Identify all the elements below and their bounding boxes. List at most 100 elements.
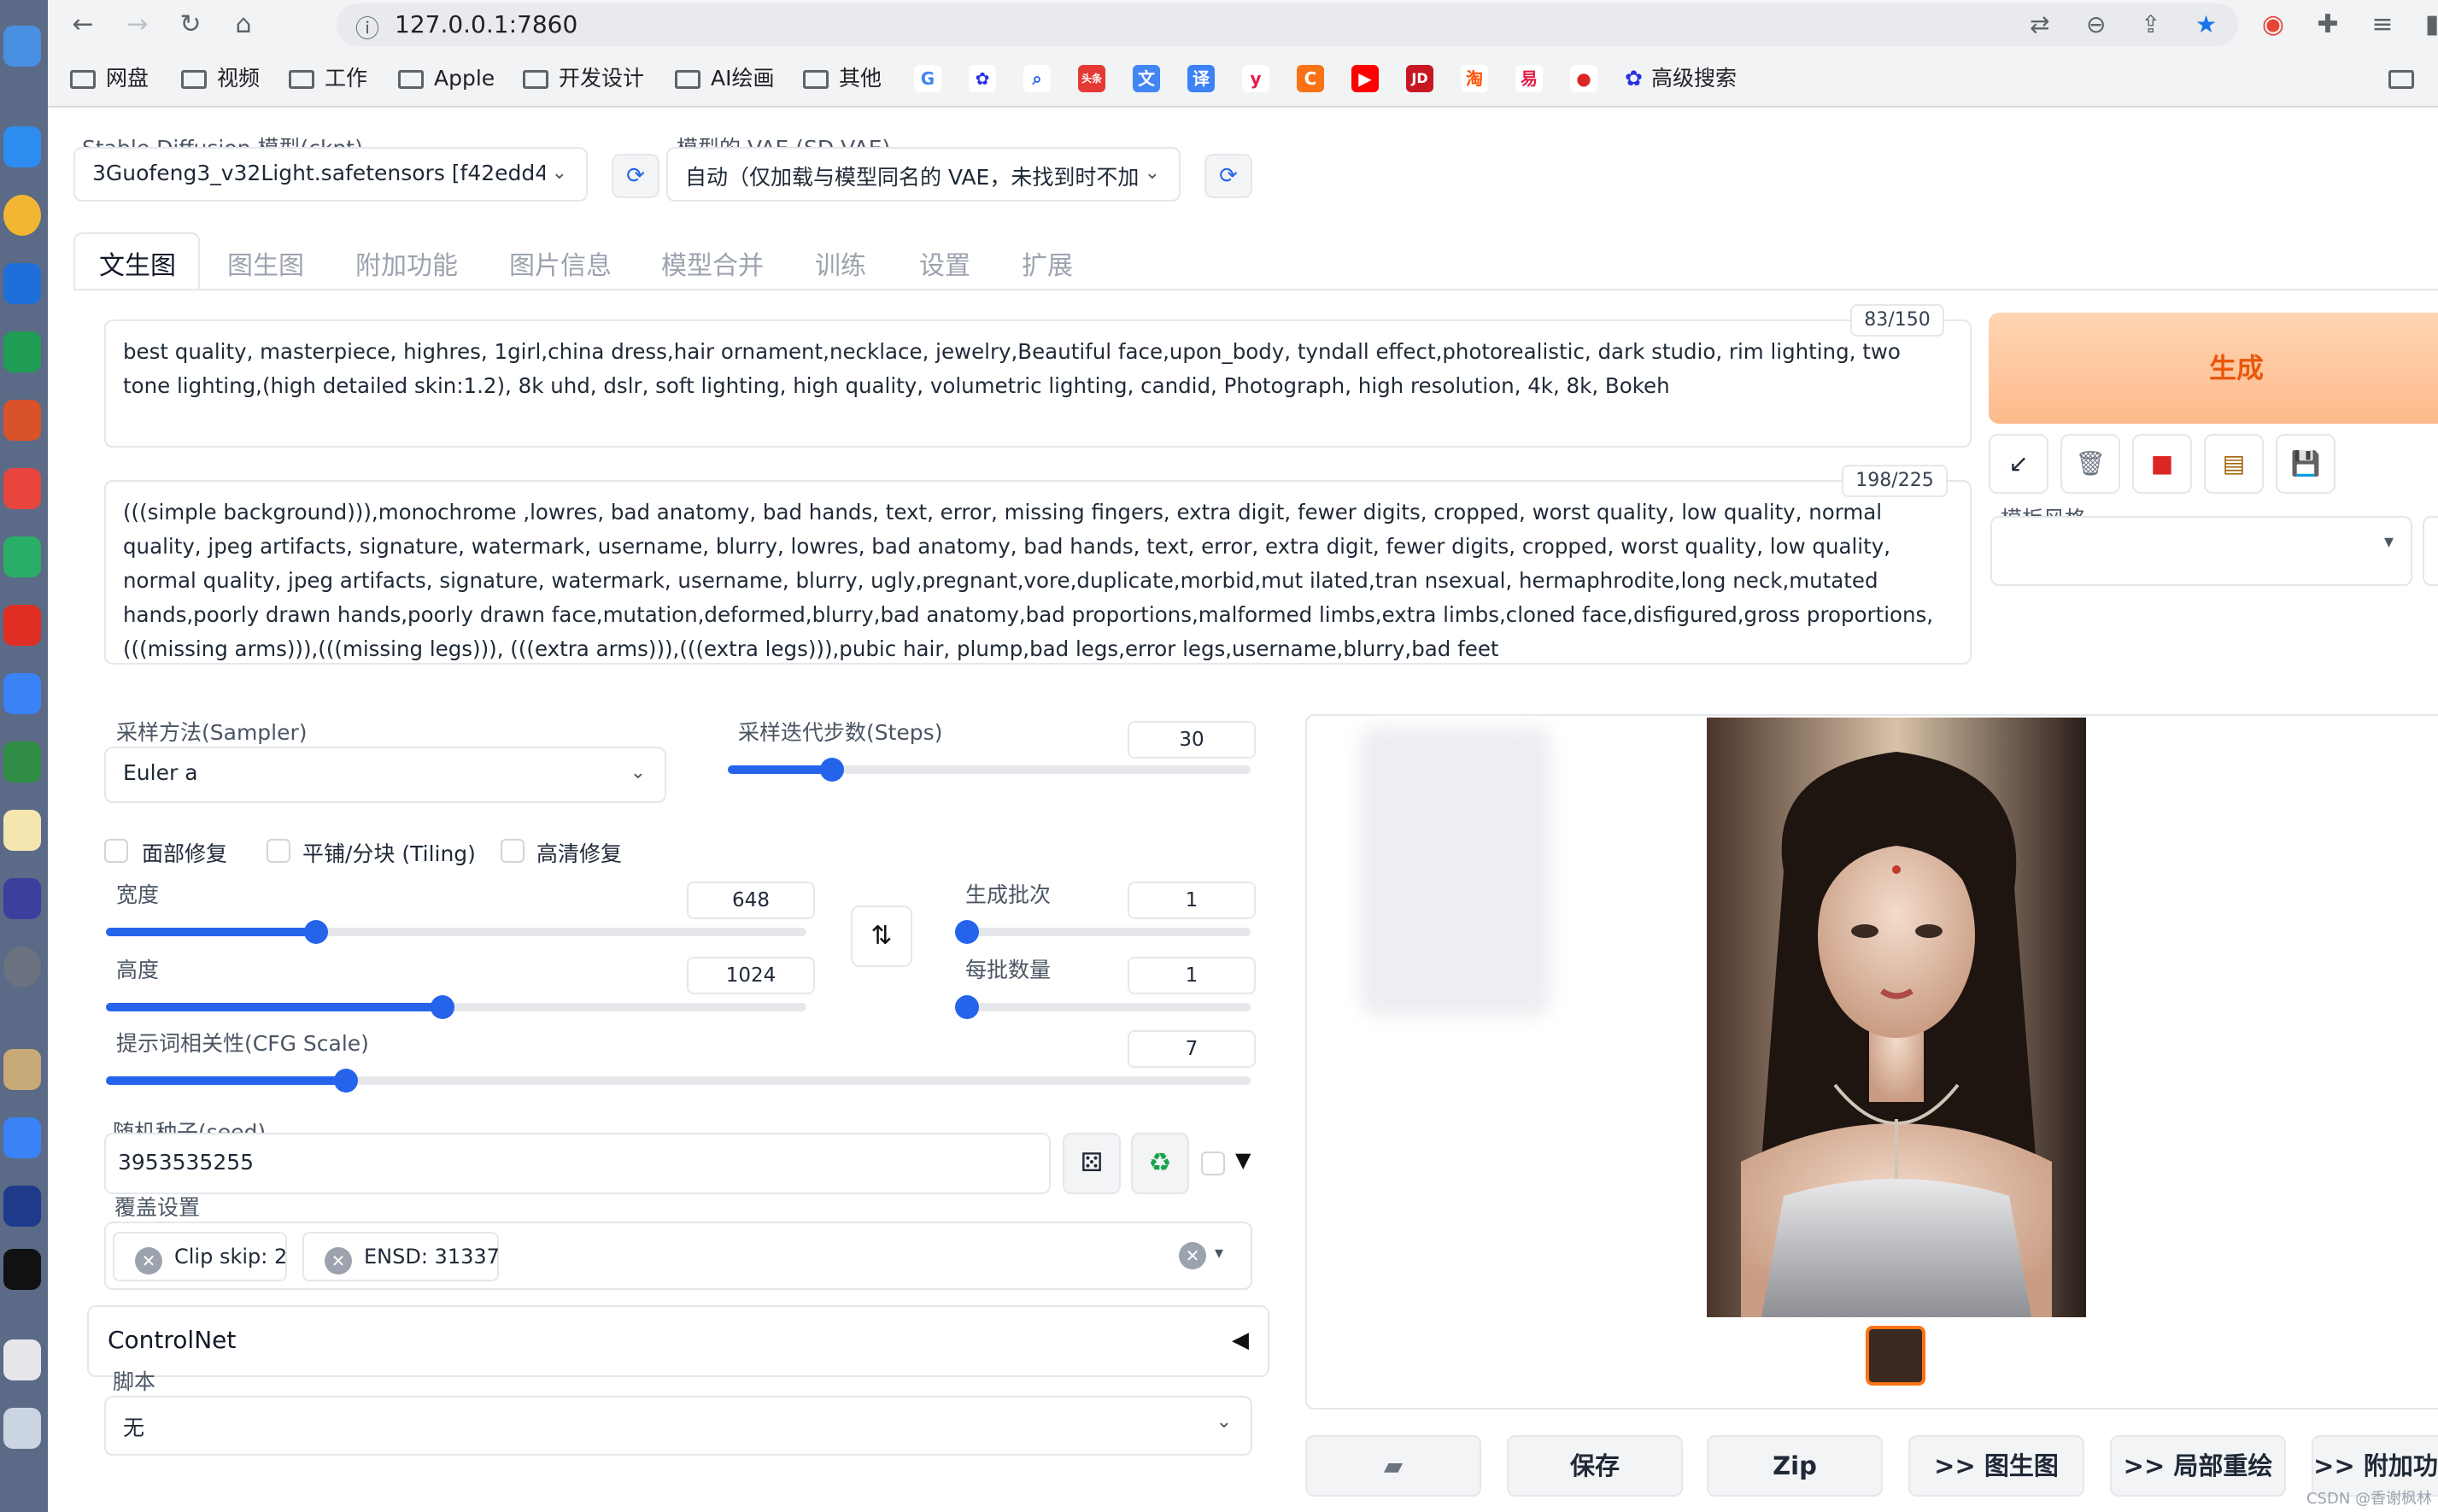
- slider-thumb[interactable]: [955, 920, 979, 944]
- tab-extensions[interactable]: 扩展: [1022, 244, 1073, 282]
- clear-prompt-button[interactable]: 🗑: [2060, 434, 2120, 494]
- random-seed-button[interactable]: ⚄: [1063, 1133, 1121, 1194]
- taobao-icon[interactable]: 淘: [1461, 65, 1488, 92]
- word-icon[interactable]: [3, 263, 41, 304]
- wps-icon[interactable]: [3, 468, 41, 509]
- address-bar[interactable]: ⓘ 127.0.0.1:7860 ⇄ ⊖ ⇪ ★: [337, 3, 2238, 46]
- tab-txt2img-label[interactable]: 文生图: [99, 244, 176, 282]
- slider-thumb[interactable]: [430, 995, 454, 1019]
- batch-count-input[interactable]: 1: [1128, 882, 1256, 919]
- hires-fix-checkbox[interactable]: [501, 839, 525, 863]
- app-bookmark-icon[interactable]: 易: [1515, 65, 1543, 92]
- zip-button[interactable]: Zip: [1707, 1435, 1883, 1497]
- save-button[interactable]: 保存: [1507, 1435, 1683, 1497]
- extension-color-icon[interactable]: ◉: [2255, 7, 2291, 43]
- width-input[interactable]: 648: [687, 882, 815, 919]
- caret-down-icon[interactable]: ▾: [1215, 1242, 1223, 1263]
- home-icon[interactable]: ⌂: [226, 7, 261, 43]
- negative-prompt-textarea[interactable]: (((simple background))),monochrome ,lowr…: [104, 480, 1972, 665]
- swap-dimensions-button[interactable]: ⇅: [851, 905, 912, 967]
- back-icon[interactable]: ←: [65, 7, 101, 43]
- tiling-checkbox[interactable]: [267, 839, 290, 863]
- baidu-icon[interactable]: ✿: [969, 65, 996, 92]
- translate-icon[interactable]: 译: [1187, 65, 1215, 92]
- star-icon[interactable]: ★: [2195, 10, 2217, 38]
- generate-button[interactable]: 生成: [1989, 313, 2438, 424]
- bbedit-icon[interactable]: [3, 878, 41, 919]
- feishu-icon[interactable]: [3, 673, 41, 714]
- google-icon[interactable]: G: [914, 65, 941, 92]
- csdn-icon[interactable]: C: [1297, 65, 1324, 92]
- tab-png-info[interactable]: 图片信息: [509, 244, 612, 282]
- height-input[interactable]: 1024: [687, 957, 815, 994]
- refresh-vae-button[interactable]: ⟳: [1204, 154, 1252, 198]
- sidebar-icon[interactable]: ▮: [2414, 7, 2438, 43]
- cfg-slider[interactable]: [106, 1069, 1251, 1093]
- trash-icon[interactable]: [3, 1408, 41, 1449]
- jd-icon[interactable]: JD: [1406, 65, 1433, 92]
- send-to-img2img-button[interactable]: >> 图生图: [1908, 1435, 2084, 1497]
- tab-extras[interactable]: 附加功能: [355, 244, 458, 282]
- document-icon[interactable]: [3, 1339, 41, 1380]
- reload-icon[interactable]: ↻: [173, 7, 208, 43]
- launchpad-icon[interactable]: [3, 26, 41, 67]
- batch-size-slider[interactable]: [955, 995, 1251, 1019]
- app-icon[interactable]: [3, 605, 41, 646]
- steps-slider[interactable]: [728, 758, 1251, 782]
- bookmark-folder[interactable]: Apple: [398, 62, 495, 96]
- ckpt-dropdown[interactable]: 3Guofeng3_v32Light.safetensors [f42edd43…: [73, 147, 588, 202]
- override-chip[interactable]: ✕ ENSD: 31337: [302, 1232, 500, 1281]
- style-dropdown[interactable]: ▾: [1990, 516, 2412, 586]
- archive-icon[interactable]: [3, 1049, 41, 1090]
- sampler-dropdown[interactable]: Euler a ⌄: [104, 747, 666, 803]
- bookmark-folder[interactable]: AI绘画: [675, 62, 774, 96]
- translate-icon[interactable]: ⇄: [2030, 10, 2049, 38]
- chrome-icon[interactable]: [3, 195, 41, 236]
- clear-all-icon[interactable]: ✕: [1179, 1242, 1206, 1269]
- script-dropdown[interactable]: 无 ⌄: [104, 1396, 1252, 1456]
- bookmark-folder[interactable]: 网盘: [70, 62, 149, 96]
- height-slider[interactable]: [106, 995, 806, 1019]
- send-to-inpaint-button[interactable]: >> 局部重绘: [2110, 1435, 2286, 1497]
- share-icon[interactable]: ⇪: [2141, 10, 2160, 38]
- bookmark-folder[interactable]: 视频: [181, 62, 260, 96]
- excel-icon[interactable]: [3, 331, 41, 372]
- extensions-icon[interactable]: ✚: [2310, 7, 2346, 43]
- generated-image[interactable]: [1707, 718, 2086, 1317]
- bookmark-advanced-search[interactable]: ✿ 高级搜索: [1625, 62, 1737, 96]
- zoom-icon[interactable]: ⊖: [2086, 10, 2106, 38]
- other-bookmarks[interactable]: [2388, 62, 2424, 96]
- batch-count-slider[interactable]: [955, 920, 1251, 944]
- notes-icon[interactable]: [3, 810, 41, 851]
- override-chip[interactable]: ✕ Clip skip: 2: [113, 1232, 287, 1281]
- style-dropdown-2[interactable]: [2423, 516, 2438, 586]
- extra-seed-checkbox[interactable]: [1201, 1152, 1225, 1175]
- vae-dropdown[interactable]: 自动（仅加载与模型同名的 VAE，未找到时不加 ⌄: [666, 147, 1181, 202]
- reading-list-icon[interactable]: ≡: [2365, 7, 2400, 43]
- cat-app-icon[interactable]: [3, 1186, 41, 1227]
- batch-size-input[interactable]: 1: [1128, 957, 1256, 994]
- app5-icon[interactable]: [3, 1117, 41, 1158]
- controlnet-accordion[interactable]: ControlNet ◀: [87, 1305, 1269, 1377]
- map-pin-icon[interactable]: ●: [1570, 65, 1597, 92]
- positive-prompt-textarea[interactable]: best quality, masterpiece, highres, 1gir…: [104, 319, 1972, 448]
- width-slider[interactable]: [106, 920, 806, 944]
- tab-img2img[interactable]: 图生图: [227, 244, 304, 282]
- apply-style-button[interactable]: ▤: [2204, 434, 2264, 494]
- tab-settings[interactable]: 设置: [919, 244, 970, 282]
- info-icon[interactable]: ⓘ: [355, 10, 379, 44]
- youtube-icon[interactable]: ▶: [1351, 65, 1379, 92]
- show-extra-networks-button[interactable]: ■: [2132, 434, 2192, 494]
- google-translate-icon[interactable]: 文: [1133, 65, 1160, 92]
- youdao-icon[interactable]: y: [1242, 65, 1269, 92]
- safari-icon[interactable]: [3, 126, 41, 167]
- bookmark-folder[interactable]: 开发设计: [523, 62, 644, 96]
- slider-thumb[interactable]: [304, 920, 328, 944]
- bookmark-folder[interactable]: 其他: [803, 62, 882, 96]
- powerpoint-icon[interactable]: [3, 400, 41, 441]
- remove-chip-icon[interactable]: ✕: [325, 1247, 352, 1275]
- reuse-seed-button[interactable]: ♻: [1131, 1133, 1189, 1194]
- cfg-input[interactable]: 7: [1128, 1030, 1256, 1068]
- forward-icon[interactable]: →: [120, 7, 155, 43]
- gallery-thumbnail[interactable]: [1866, 1326, 1925, 1386]
